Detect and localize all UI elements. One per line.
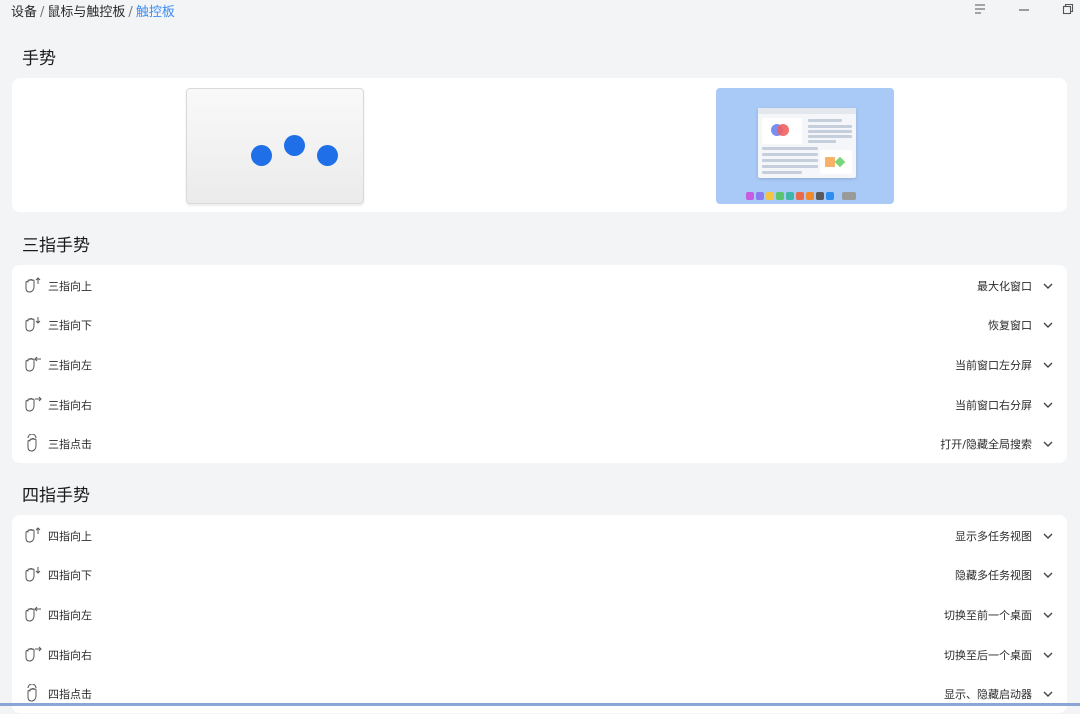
gesture-row-three-up: 三指向上 最大化窗口 <box>12 266 1067 306</box>
chevron-down-icon[interactable] <box>1042 569 1054 581</box>
gesture-preview-card <box>12 78 1067 212</box>
finger-dot <box>317 145 338 166</box>
three-finger-list: 三指向上 最大化窗口 三指向下 恢复窗口 三指向左 当前窗口左分屏 三指向右 当… <box>12 265 1067 463</box>
chevron-down-icon[interactable] <box>1042 609 1054 621</box>
touchpad-illustration <box>186 88 364 204</box>
minimize-icon <box>1019 9 1029 11</box>
menu-button[interactable] <box>966 0 994 18</box>
breadcrumb: 设备 / 鼠标与触控板 / 触控板 <box>11 1 175 20</box>
gesture-row-four-down: 四指向下 隐藏多任务视图 <box>12 556 1067 596</box>
hand-up-icon <box>25 277 41 293</box>
menu-icon <box>975 4 985 14</box>
chevron-down-icon[interactable] <box>1042 399 1054 411</box>
gesture-row-three-left: 三指向左 当前窗口左分屏 <box>12 345 1067 385</box>
gesture-action-select[interactable]: 恢复窗口 <box>988 317 1032 333</box>
chevron-down-icon[interactable] <box>1042 319 1054 331</box>
breadcrumb-item-devices[interactable]: 设备 <box>11 5 37 20</box>
title-bar: 设备 / 鼠标与触控板 / 触控板 <box>0 0 1080 20</box>
gesture-label: 三指点击 <box>48 438 92 452</box>
gesture-row-three-tap: 三指点击 打开/隐藏全局搜索 <box>12 424 1067 464</box>
breadcrumb-separator: / <box>40 5 45 20</box>
gesture-row-four-up: 四指向上 显示多任务视图 <box>12 516 1067 556</box>
gesture-action-select[interactable]: 打开/隐藏全局搜索 <box>940 436 1032 452</box>
hand-down-icon <box>25 317 41 332</box>
breadcrumb-item-mouse-touchpad[interactable]: 鼠标与触控板 <box>47 5 125 20</box>
gesture-label: 四指向右 <box>48 648 92 662</box>
finger-dot <box>284 135 305 156</box>
hand-right-icon <box>25 396 42 412</box>
chevron-down-icon[interactable] <box>1042 438 1054 450</box>
restore-button[interactable] <box>1054 0 1080 18</box>
gesture-row-four-tap: 四指点击 显示、隐藏启动器 <box>12 674 1067 714</box>
gesture-row-three-down: 三指向下 恢复窗口 <box>12 306 1067 346</box>
gesture-label: 三指向上 <box>48 279 92 293</box>
gesture-action-select[interactable]: 当前窗口左分屏 <box>955 357 1032 373</box>
gesture-action-select[interactable]: 切换至前一个桌面 <box>944 607 1032 623</box>
chevron-down-icon[interactable] <box>1042 280 1054 292</box>
restore-icon <box>1062 3 1074 15</box>
hand-tap-icon <box>27 434 37 452</box>
finger-dot <box>251 145 272 166</box>
minimize-button[interactable] <box>1010 0 1038 18</box>
breadcrumb-separator: / <box>128 5 133 20</box>
chevron-down-icon[interactable] <box>1042 530 1054 542</box>
hand-down-icon <box>25 567 41 582</box>
gesture-action-select[interactable]: 显示多任务视图 <box>955 528 1032 544</box>
hand-right-icon <box>25 646 42 662</box>
section-title-three-finger: 三指手势 <box>22 236 90 256</box>
chevron-down-icon[interactable] <box>1042 359 1054 371</box>
gesture-action-select[interactable]: 最大化窗口 <box>977 278 1032 294</box>
hand-left-icon <box>25 356 41 372</box>
gesture-label: 三指向下 <box>48 319 92 333</box>
chevron-down-icon[interactable] <box>1042 649 1054 661</box>
gesture-action-select[interactable]: 隐藏多任务视图 <box>955 567 1032 583</box>
gesture-row-four-left: 四指向左 切换至前一个桌面 <box>12 595 1067 635</box>
gesture-action-select[interactable]: 切换至后一个桌面 <box>944 647 1032 663</box>
hand-up-icon <box>25 527 41 543</box>
gesture-label: 四指向左 <box>48 608 92 622</box>
gesture-label: 四指向上 <box>48 529 92 543</box>
gesture-action-select[interactable]: 当前窗口右分屏 <box>955 397 1032 413</box>
section-title-four-finger: 四指手势 <box>22 486 90 506</box>
four-finger-list: 四指向上 显示多任务视图 四指向下 隐藏多任务视图 四指向左 切换至前一个桌面 … <box>12 515 1067 713</box>
screen-preview-illustration <box>716 88 894 204</box>
gesture-label: 四指点击 <box>48 688 92 702</box>
section-title-gestures: 手势 <box>22 49 56 69</box>
hand-tap-icon <box>27 684 37 702</box>
gesture-label: 四指向下 <box>48 569 92 583</box>
chevron-down-icon[interactable] <box>1042 688 1054 700</box>
gesture-row-four-right: 四指向右 切换至后一个桌面 <box>12 635 1067 675</box>
window-illustration <box>758 108 856 178</box>
dock-illustration <box>746 192 856 202</box>
gesture-row-three-right: 三指向右 当前窗口右分屏 <box>12 385 1067 425</box>
gesture-action-select[interactable]: 显示、隐藏启动器 <box>944 686 1032 702</box>
gesture-label: 三指向左 <box>48 358 92 372</box>
gesture-label: 三指向右 <box>48 398 92 412</box>
breadcrumb-current: 触控板 <box>135 5 175 20</box>
hand-left-icon <box>25 606 41 622</box>
